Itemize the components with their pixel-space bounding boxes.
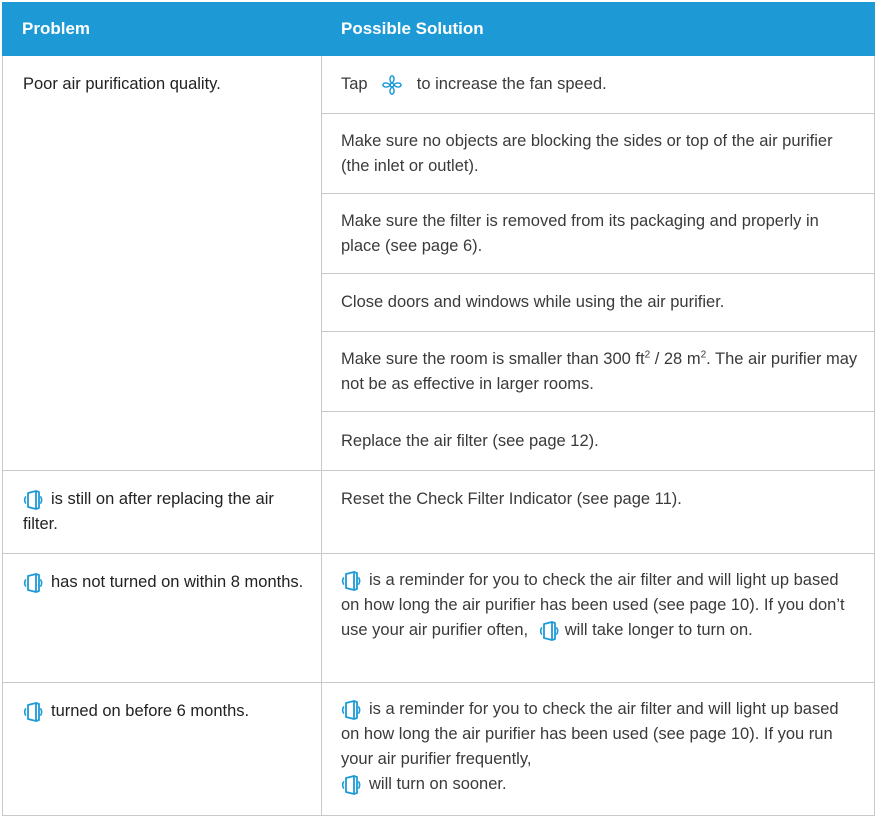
problem-cell: has not turned on within 8 months. xyxy=(2,554,322,682)
solution-text: Make sure the filter is removed from its… xyxy=(341,211,819,255)
table-row: is still on after replacing the air filt… xyxy=(2,471,875,554)
solution-text: Make sure no objects are blocking the si… xyxy=(341,131,833,175)
solutions-cell: is a reminder for you to check the air f… xyxy=(322,683,875,815)
solution-text: Reset the Check Filter Indicator (see pa… xyxy=(341,490,682,508)
solution-text: Replace the air filter (see page 12). xyxy=(341,431,599,450)
solution-item: Replace the air filter (see page 12). xyxy=(322,412,874,470)
problem-cell: Poor air purification quality. xyxy=(2,56,322,470)
solution-text: will turn on sooner. xyxy=(369,775,507,793)
table-row: has not turned on within 8 months. is a … xyxy=(2,554,875,683)
solutions-cell: Reset the Check Filter Indicator (see pa… xyxy=(322,471,875,553)
problem-text: Poor air purification quality. xyxy=(23,75,221,93)
problem-text: has not turned on within 8 months. xyxy=(51,573,304,591)
solution-text: will take longer to turn on. xyxy=(564,621,753,639)
check-filter-indicator-icon xyxy=(341,570,361,592)
solution-item: Make sure no objects are blocking the si… xyxy=(322,114,874,194)
solution-text: Close doors and windows while using the … xyxy=(341,293,725,311)
check-filter-indicator-icon xyxy=(23,701,43,723)
solution-item: Make sure the room is smaller than 300 f… xyxy=(322,332,874,412)
solution-text: is a reminder for you to check the air f… xyxy=(341,700,839,768)
check-filter-indicator-icon xyxy=(341,774,361,796)
solution-item: is a reminder for you to check the air f… xyxy=(322,683,874,815)
solutions-cell: Tap to increase the fan speed. Make sure… xyxy=(322,56,875,470)
table-header: Problem Possible Solution xyxy=(2,2,875,56)
table-row: turned on before 6 months. is a reminder… xyxy=(2,683,875,816)
fan-icon xyxy=(381,74,403,96)
solution-item: is a reminder for you to check the air f… xyxy=(322,554,874,682)
solution-text: / 28 m xyxy=(650,349,701,368)
problem-text: is still on after replacing the air filt… xyxy=(23,490,274,533)
check-filter-indicator-icon xyxy=(341,699,361,721)
header-problem: Problem xyxy=(22,19,91,38)
problem-cell: turned on before 6 months. xyxy=(2,683,322,815)
header-solution: Possible Solution xyxy=(341,19,484,38)
problem-cell: is still on after replacing the air filt… xyxy=(2,471,322,553)
solution-item: Make sure the filter is removed from its… xyxy=(322,194,874,274)
check-filter-indicator-icon xyxy=(23,489,43,511)
check-filter-indicator-icon xyxy=(539,620,559,642)
solution-text: Tap xyxy=(341,75,368,93)
check-filter-indicator-icon xyxy=(23,572,43,594)
troubleshooting-table: Problem Possible Solution Poor air purif… xyxy=(2,2,875,816)
solution-item: Reset the Check Filter Indicator (see pa… xyxy=(322,471,874,553)
problem-text: turned on before 6 months. xyxy=(51,702,250,720)
solution-text: Make sure the room is smaller than 300 f… xyxy=(341,349,645,368)
solutions-cell: is a reminder for you to check the air f… xyxy=(322,554,875,682)
solution-text: to increase the fan speed. xyxy=(416,75,607,93)
solution-item: Close doors and windows while using the … xyxy=(322,274,874,332)
table-row: Poor air purification quality. Tap to in… xyxy=(2,56,875,471)
solution-item: Tap to increase the fan speed. xyxy=(322,56,874,114)
